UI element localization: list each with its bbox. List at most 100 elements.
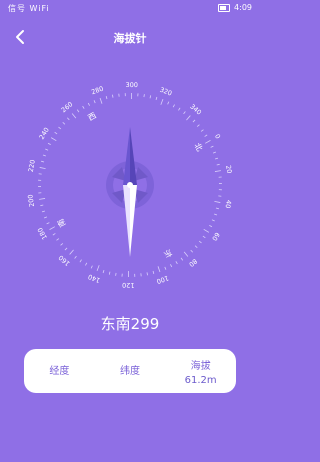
info-card: 经度 纬度 海拔 61.2m — [24, 349, 236, 393]
dial-tick — [167, 101, 170, 105]
dial-tick — [87, 102, 90, 106]
dial-tick — [152, 270, 155, 274]
dial-tick — [96, 265, 100, 272]
dial-tick — [202, 235, 206, 239]
dial-tick — [214, 213, 218, 216]
longitude-label: 经度 — [49, 366, 70, 377]
degree-label: 60 — [210, 231, 221, 242]
degree-label: 260 — [60, 100, 75, 114]
direction-label: 东 — [162, 247, 174, 260]
dial-tick — [196, 124, 200, 127]
dial-tick — [41, 160, 45, 163]
dial-tick — [71, 113, 77, 119]
latitude-column: 纬度 — [100, 362, 160, 380]
dial-tick — [74, 255, 77, 259]
degree-label: 140 — [87, 272, 101, 284]
dial-tick — [76, 109, 80, 113]
dial-tick — [112, 94, 114, 98]
heading-readout: 东南299 — [100, 315, 160, 333]
dial-tick — [82, 105, 85, 109]
degree-label: 80 — [187, 257, 198, 268]
dial-tick — [149, 95, 152, 99]
dial-tick — [172, 104, 175, 108]
degree-label: 240 — [38, 126, 51, 141]
degree-label: 180 — [36, 226, 49, 241]
dial-tick — [214, 201, 221, 203]
dial-tick — [170, 264, 173, 268]
dial-tick — [49, 226, 55, 230]
dial-tick — [40, 204, 44, 207]
altitude-label: 海拔 — [190, 360, 211, 372]
needle-south-left — [123, 185, 130, 257]
dial-tick — [64, 247, 68, 251]
header: 海拔针 — [0, 22, 260, 52]
dial-tick — [155, 96, 158, 101]
dial-tick — [58, 126, 62, 130]
degree-label: 20 — [224, 165, 233, 174]
compass-rose — [106, 127, 154, 257]
dial-tick — [183, 251, 189, 257]
dial-tick — [216, 163, 220, 166]
dial-tick — [215, 207, 219, 210]
dial-tick — [39, 167, 46, 169]
dial-tick — [93, 100, 96, 104]
needle-north-right — [130, 127, 137, 185]
degree-label: 160 — [57, 253, 72, 267]
degree-label: 100 — [155, 274, 169, 286]
dial-tick — [108, 271, 111, 275]
dial-tick — [190, 249, 194, 253]
degree-label: 40 — [223, 199, 232, 209]
degree-label: 220 — [27, 159, 37, 173]
dial-tick — [46, 222, 50, 225]
dial-tick — [160, 98, 164, 105]
dial-tick — [204, 134, 208, 137]
dial-tick — [205, 140, 211, 144]
dial-tick — [56, 238, 60, 241]
dial-tick — [47, 142, 51, 145]
dial-tick — [209, 225, 213, 228]
degree-label: 320 — [159, 86, 173, 98]
dial-tick — [211, 219, 215, 222]
dial-tick — [42, 154, 46, 157]
degree-label: 300 — [125, 81, 138, 89]
dial-tick — [157, 266, 161, 273]
dial-tick — [210, 145, 214, 148]
dial-tick — [85, 262, 88, 266]
signal-indicators: 信号 WiFi — [8, 4, 50, 13]
status-right: 4:09 — [218, 3, 252, 12]
dial-tick — [105, 96, 108, 100]
dial-tick — [200, 129, 204, 132]
compass-dial: 0 20 40 60 80 100 120 140 160 180 200 220 240 260 280 3… — [0, 80, 260, 290]
dial-tick — [198, 240, 202, 244]
altitude-value: 61.2m — [184, 374, 217, 386]
dial-tick — [50, 137, 57, 142]
dial-tick — [79, 259, 82, 263]
degree-label: 280 — [90, 85, 104, 97]
dial-tick — [99, 97, 103, 104]
longitude-column: 经度 — [29, 362, 89, 380]
battery-icon — [218, 3, 231, 12]
dial-tick — [62, 121, 66, 125]
dial-tick — [60, 243, 64, 246]
needle-north-left — [123, 127, 130, 185]
dial-tick — [212, 151, 217, 154]
dial-tick — [180, 257, 184, 261]
dial-tick — [175, 261, 178, 265]
direction-label: 西 — [87, 111, 98, 123]
status-bar: 信号 WiFi 4:09 — [0, 0, 260, 18]
dial-tick — [102, 269, 105, 274]
dial-tick — [192, 119, 196, 123]
direction-label: 北 — [192, 142, 204, 153]
dial-tick — [41, 210, 46, 213]
dial-tick — [203, 228, 210, 233]
dial-tick — [54, 131, 58, 135]
dial-tick — [186, 115, 191, 121]
dial-tick — [69, 249, 74, 255]
dial-tick — [183, 111, 186, 115]
dial-tick — [39, 198, 46, 200]
dial-tick — [52, 233, 56, 236]
status-time: 4:09 — [234, 3, 252, 12]
dial-tick — [164, 266, 167, 270]
latitude-label: 纬度 — [119, 366, 140, 377]
dial-tick — [45, 148, 49, 151]
